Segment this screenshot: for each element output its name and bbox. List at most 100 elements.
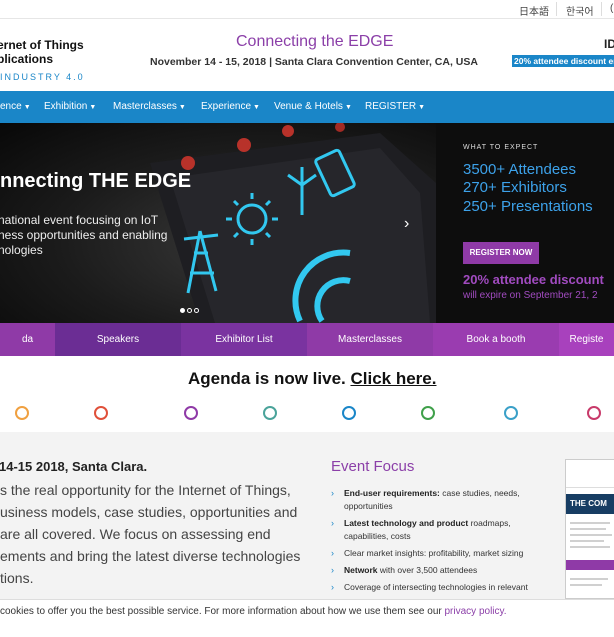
stat-exhibitors: 270+ Exhibitors bbox=[463, 179, 567, 196]
chevron-down-icon: ▼ bbox=[178, 104, 186, 111]
focus-item-bold: Network bbox=[344, 565, 378, 575]
logo-text[interactable]: plications bbox=[0, 52, 53, 66]
hero-image: nnecting THE EDGE national event focusin… bbox=[0, 123, 436, 323]
tab-exhibitor-list[interactable]: Exhibitor List bbox=[181, 323, 307, 356]
hero-description: national event focusing on IoT ness oppo… bbox=[0, 213, 167, 258]
brochure-accent bbox=[566, 560, 614, 570]
focus-item-text: with over 3,500 attendees bbox=[377, 565, 478, 575]
timeline-node bbox=[184, 406, 198, 420]
lang-korean[interactable]: 한국어 bbox=[566, 3, 594, 18]
stat-attendees: 3500+ Attendees bbox=[463, 161, 577, 178]
event-dates: November 14 - 15, 2018 | Santa Clara Con… bbox=[150, 56, 478, 68]
brochure-line bbox=[570, 578, 608, 580]
logo-subtitle: INDUSTRY 4.0 bbox=[0, 72, 85, 82]
divider bbox=[601, 2, 602, 16]
main-nav: ence ▼ Exhibition ▼ Masterclasses ▼ Experie… bbox=[0, 91, 614, 123]
main-content: 14-15 2018, Santa Clara. s the real oppo… bbox=[0, 432, 614, 602]
hero-title: nnecting THE EDGE bbox=[0, 170, 192, 192]
timeline-node bbox=[421, 406, 435, 420]
brochure-thumbnail[interactable]: THE COM bbox=[565, 459, 614, 599]
quick-links-bar: da Speakers Exhibitor List Masterclasses… bbox=[0, 323, 614, 356]
register-now-button[interactable]: REGISTER NOW bbox=[463, 242, 539, 264]
chevron-down-icon: ▼ bbox=[23, 104, 31, 111]
brochure-line bbox=[570, 528, 606, 530]
divider bbox=[556, 2, 557, 16]
chevron-right-icon[interactable]: › bbox=[404, 215, 409, 233]
focus-item-bold: End-user requirements: bbox=[344, 488, 440, 498]
chevron-right-icon: › bbox=[331, 582, 334, 592]
agenda-text: Agenda is now live. bbox=[188, 369, 351, 388]
nav-label: REGISTER bbox=[365, 101, 417, 112]
expect-label: WHAT TO EXPECT bbox=[463, 144, 539, 151]
list-item: › Latest technology and product roadmaps,… bbox=[331, 517, 546, 543]
nav-label: Venue & Hotels bbox=[274, 101, 343, 112]
event-focus-list: › End-user requirements: case studies, ne… bbox=[331, 487, 546, 598]
cookie-notice: cookies to offer you the best possible s… bbox=[0, 599, 614, 637]
nav-venue-hotels[interactable]: Venue & Hotels ▼ bbox=[274, 101, 352, 112]
nav-label: Exhibition bbox=[44, 101, 88, 112]
carousel-dot[interactable] bbox=[180, 308, 185, 313]
timeline-node bbox=[342, 406, 356, 420]
brochure-header bbox=[566, 460, 614, 488]
timeline-node bbox=[15, 406, 29, 420]
brochure-line bbox=[570, 540, 604, 542]
tab-register[interactable]: Registe bbox=[559, 323, 614, 356]
tab-agenda[interactable]: da bbox=[0, 323, 55, 356]
tab-book-a-booth[interactable]: Book a booth bbox=[433, 323, 559, 356]
stat-presentations: 250+ Presentations bbox=[463, 198, 593, 215]
chevron-down-icon: ▼ bbox=[344, 104, 352, 111]
nav-label: Experience bbox=[201, 101, 252, 112]
brochure-line bbox=[570, 522, 610, 524]
cookie-text: cookies to offer you the best possible s… bbox=[0, 606, 445, 617]
nav-label: Masterclasses bbox=[113, 101, 177, 112]
site-header: ernet of Things plications INDUSTRY 4.0 … bbox=[0, 19, 614, 91]
chevron-down-icon: ▼ bbox=[89, 104, 97, 111]
nav-exhibition[interactable]: Exhibition ▼ bbox=[44, 101, 96, 112]
logo-text[interactable]: ernet of Things bbox=[0, 38, 84, 52]
hero-description-line: nologies bbox=[0, 243, 43, 257]
focus-item-bold: Latest technology and product bbox=[344, 518, 469, 528]
timeline-node bbox=[587, 406, 601, 420]
tab-speakers[interactable]: Speakers bbox=[55, 323, 181, 356]
privacy-policy-link[interactable]: privacy policy. bbox=[445, 606, 507, 617]
chevron-right-icon: › bbox=[331, 548, 334, 558]
agenda-link[interactable]: Click here. bbox=[350, 369, 436, 388]
carousel-dot[interactable] bbox=[187, 308, 192, 313]
chevron-down-icon: ▼ bbox=[253, 104, 260, 111]
nav-register[interactable]: REGISTER ▼ bbox=[365, 101, 425, 112]
brochure-title: THE COM bbox=[566, 494, 614, 514]
nav-label: ence bbox=[0, 101, 22, 112]
nav-conference[interactable]: ence ▼ bbox=[0, 101, 31, 112]
hero-description-line: ness opportunities and enabling bbox=[0, 228, 168, 242]
brochure-line bbox=[570, 584, 602, 586]
list-item: › Network with over 3,500 attendees bbox=[331, 564, 546, 577]
discount-expiry: will expire on September 21, 2 bbox=[463, 290, 598, 301]
intro-heading: 14-15 2018, Santa Clara. bbox=[0, 459, 148, 474]
tab-masterclasses[interactable]: Masterclasses bbox=[307, 323, 433, 356]
list-item: › Coverage of intersecting technologies i… bbox=[331, 581, 546, 594]
hero-description-line: national event focusing on IoT bbox=[0, 213, 159, 227]
lang-japanese[interactable]: 日本語 bbox=[519, 3, 549, 18]
timeline-decoration bbox=[0, 392, 614, 432]
cookie-message: cookies to offer you the best possible s… bbox=[0, 606, 507, 617]
nav-masterclasses[interactable]: Masterclasses ▼ bbox=[113, 101, 186, 112]
event-focus-heading: Event Focus bbox=[331, 458, 415, 475]
brochure-line bbox=[570, 546, 610, 548]
nav-experience[interactable]: Experience ▼ bbox=[201, 101, 260, 112]
timeline-node bbox=[263, 406, 277, 420]
discount-banner[interactable]: 20% attendee discount en bbox=[512, 55, 614, 67]
hero-banner: nnecting THE EDGE national event focusin… bbox=[0, 123, 614, 323]
list-item: › Clear market insights: profitability, m… bbox=[331, 547, 546, 560]
focus-item-text: Clear market insights: profitability, ma… bbox=[344, 548, 524, 558]
discount-headline: 20% attendee discount bbox=[463, 272, 604, 287]
chevron-right-icon: › bbox=[331, 565, 334, 575]
what-to-expect-panel: WHAT TO EXPECT 3500+ Attendees 270+ Exhi… bbox=[436, 123, 614, 323]
chevron-right-icon: › bbox=[331, 518, 334, 528]
lang-other[interactable]: ( bbox=[610, 3, 613, 14]
agenda-message: Agenda is now live. Click here. bbox=[188, 369, 436, 389]
idg-logo[interactable]: ID bbox=[604, 37, 614, 51]
header-tagline: Connecting the EDGE bbox=[236, 33, 394, 50]
carousel-dot[interactable] bbox=[194, 308, 199, 313]
timeline-node bbox=[94, 406, 108, 420]
agenda-banner: Agenda is now live. Click here. bbox=[0, 356, 614, 392]
